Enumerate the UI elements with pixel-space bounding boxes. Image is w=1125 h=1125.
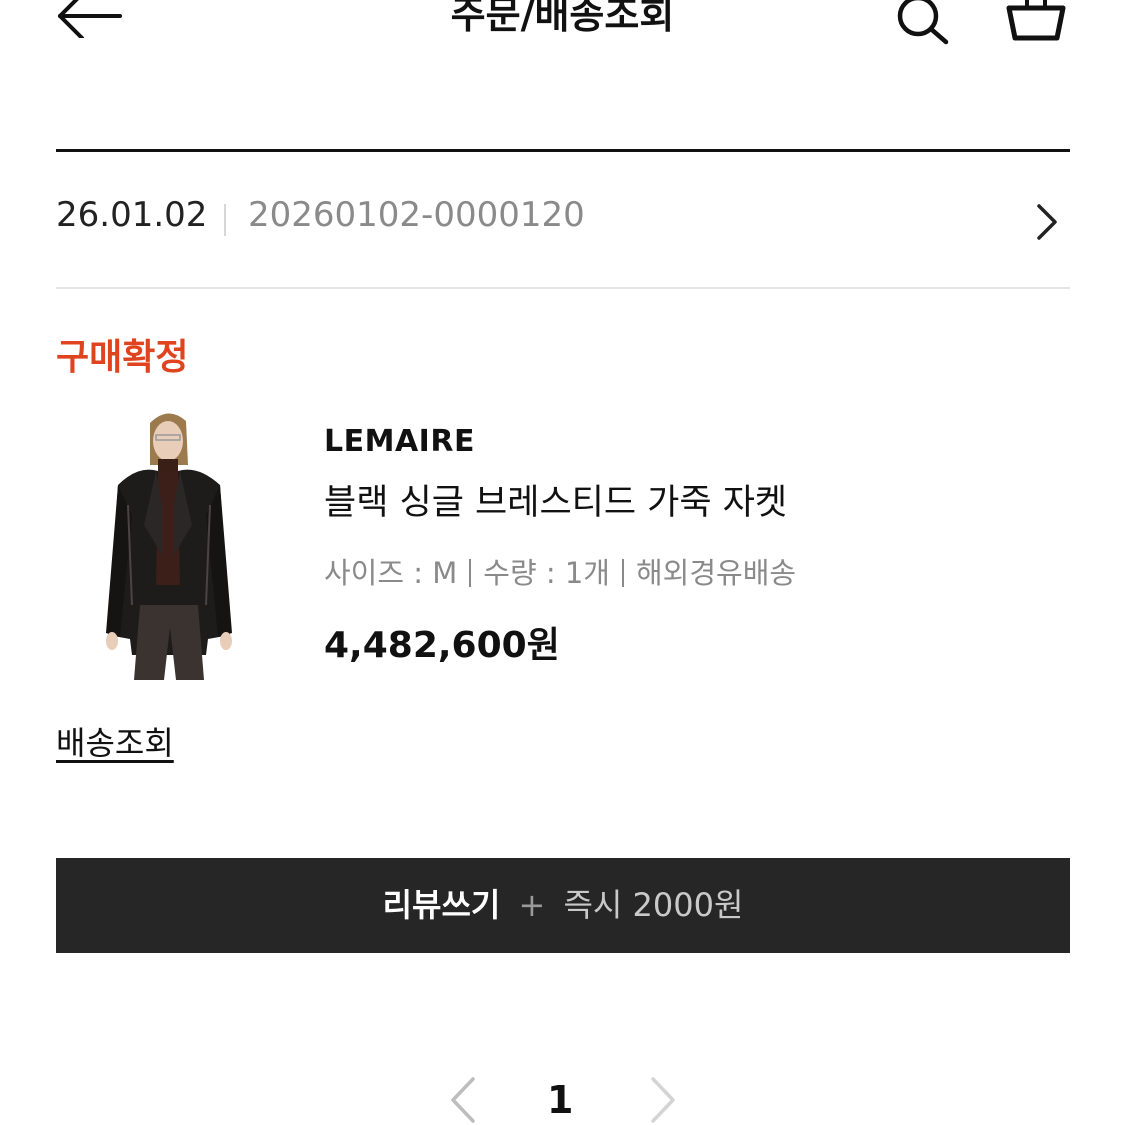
track-delivery-link[interactable]: 배송조회 <box>56 718 174 764</box>
review-reward-text: 즉시 2000원 <box>563 886 744 924</box>
order-number: 20260102-0000120 <box>248 195 585 235</box>
product-size: 사이즈 : M <box>324 556 458 590</box>
pagination-current-page[interactable]: 1 <box>547 1078 573 1122</box>
order-summary-row[interactable]: 26.01.02 20260102-0000120 <box>56 190 1070 250</box>
product-image[interactable] <box>88 405 258 680</box>
top-bar: 주문/배송조회 <box>0 0 1125 60</box>
pagination-next-button[interactable] <box>645 1075 681 1125</box>
section-divider <box>56 287 1070 289</box>
product-shipping-type: 해외경유배송 <box>635 556 797 590</box>
product-options: 사이즈 : M 수량 : 1개 해외경유배송 <box>324 550 796 592</box>
chevron-right-icon <box>1037 204 1057 240</box>
write-review-button[interactable]: 리뷰쓰기 + 즉시 2000원 <box>56 858 1070 953</box>
divider <box>621 559 624 587</box>
product-brand[interactable]: LEMAIRE <box>324 424 475 459</box>
search-button[interactable] <box>890 0 956 46</box>
chevron-left-icon <box>451 1077 475 1123</box>
product-price: 4,482,600원 <box>324 625 560 666</box>
pagination-prev-button[interactable] <box>445 1075 481 1125</box>
order-status-label: 구매확정 <box>56 337 189 378</box>
order-date: 26.01.02 <box>56 195 208 235</box>
search-icon <box>897 0 949 45</box>
divider <box>469 559 472 587</box>
product-name[interactable]: 블랙 싱글 브레스티드 가죽 자켓 <box>324 474 787 525</box>
chevron-right-icon <box>651 1077 675 1123</box>
product-quantity: 수량 : 1개 <box>483 556 610 590</box>
header-divider <box>56 149 1070 152</box>
review-button-label: 리뷰쓰기 <box>382 886 501 924</box>
basket-button[interactable] <box>1003 0 1069 46</box>
divider <box>224 204 226 236</box>
page-title: 주문/배송조회 <box>450 0 675 37</box>
order-tracking-page: 주문/배송조회 26.01.02 20260102-0000120 구매확정 L… <box>0 0 1125 1125</box>
basket-icon <box>1006 0 1066 41</box>
plus-icon: + <box>518 886 546 924</box>
